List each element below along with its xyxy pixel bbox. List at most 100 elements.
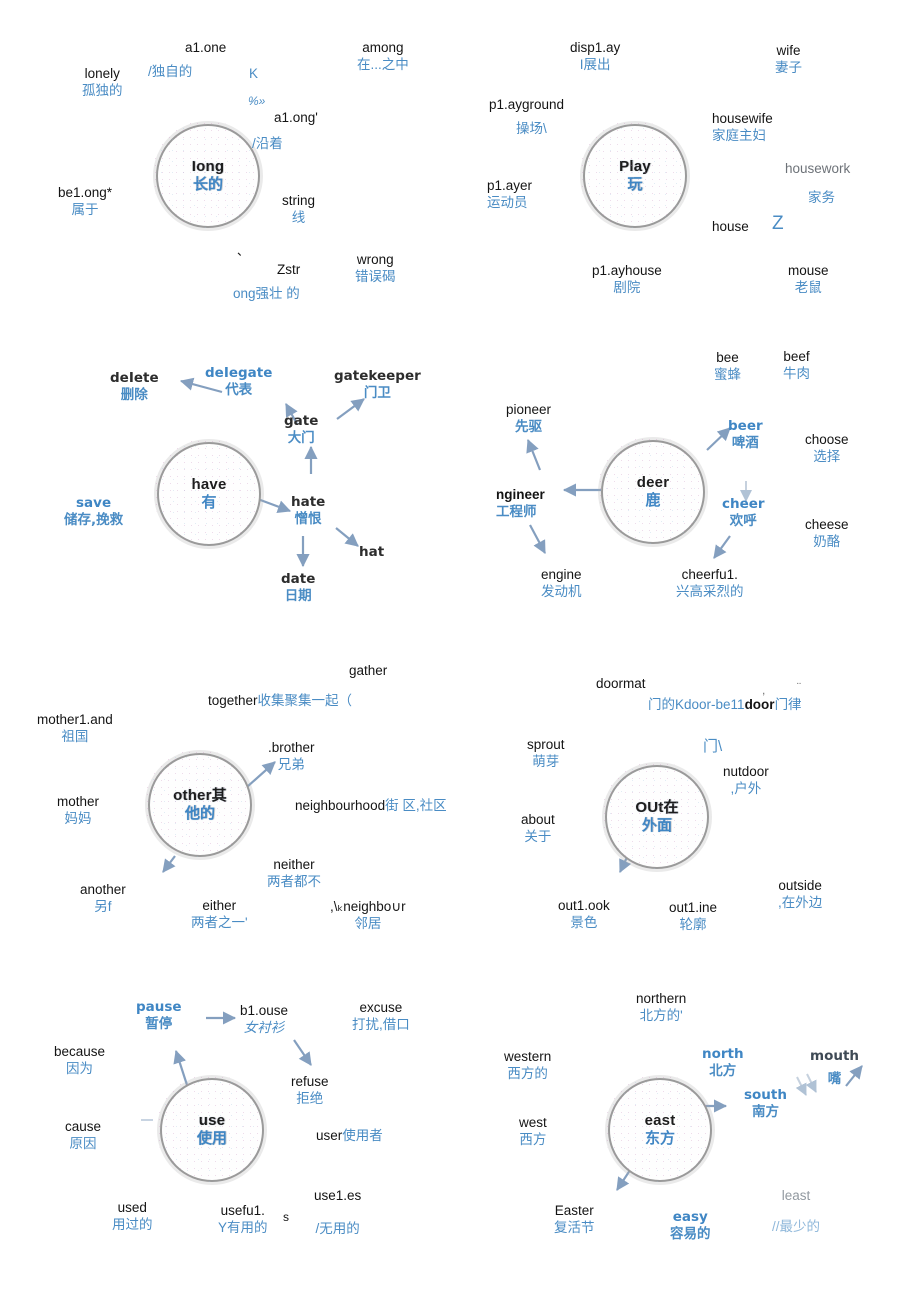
node-hat-en: hat bbox=[359, 544, 385, 560]
node-either-zh: 两者之一' bbox=[191, 914, 248, 930]
node-gather-en: gather bbox=[349, 663, 388, 678]
node-excuse: excuse 打扰,借口 bbox=[352, 1000, 410, 1034]
node-beef: beef 牛肉 bbox=[783, 349, 810, 383]
node-northern-zh: 北方的' bbox=[639, 1007, 683, 1023]
node-cheerful: cheerfu1. 兴高采烈的 bbox=[676, 567, 744, 601]
node-outside-en: outside bbox=[778, 878, 822, 893]
node-tick-en: 、 bbox=[237, 244, 250, 258]
node-useful-zh: Y有用的 bbox=[218, 1219, 268, 1235]
node-because-en: because bbox=[54, 1044, 106, 1059]
node-neighbour: ,\ₖneighbo∪r 邻居 bbox=[330, 899, 406, 933]
node-engineer-zh: 工程师 bbox=[496, 503, 537, 519]
node-lonely-en: lonely bbox=[84, 66, 120, 81]
center-word-zh: 玩 bbox=[627, 175, 643, 193]
node-least-zh: //最少的 bbox=[772, 1218, 821, 1234]
node-date-en: date bbox=[281, 571, 316, 587]
node-mouth-en: mouth bbox=[810, 1048, 860, 1064]
node-among-en: among bbox=[362, 40, 404, 55]
node-cheer-en: cheer bbox=[722, 496, 765, 512]
center-word-en: other其 bbox=[173, 786, 227, 804]
node-gate-zh: 大门 bbox=[287, 429, 315, 446]
node-string-zh: 线 bbox=[291, 209, 306, 225]
node-north-en: north bbox=[702, 1046, 744, 1062]
node-south-en: south bbox=[744, 1087, 787, 1103]
node-hate: hate 憎恨 bbox=[291, 494, 325, 528]
node-pioneer-en: pioneer bbox=[506, 402, 552, 417]
node-delegate-en: deIegate bbox=[205, 365, 273, 381]
node-beer-zh: 啤酒 bbox=[731, 434, 759, 451]
node-outside-zh: ,在外边 bbox=[778, 894, 823, 910]
node-easy: easy 容易的 bbox=[670, 1209, 711, 1243]
node-cheese-en: cheese bbox=[805, 517, 849, 532]
node-hat: hat bbox=[359, 544, 384, 561]
node-mouse-zh: 老鼠 bbox=[794, 279, 822, 295]
node-playground-zh: 操场\ bbox=[516, 121, 547, 136]
node-easter: Easter 复活节 bbox=[554, 1203, 595, 1237]
node-pause: pause 暂停 bbox=[136, 999, 182, 1033]
node-door-zh-only: 门\ bbox=[703, 738, 722, 757]
node-door-zh: 门律 bbox=[774, 697, 802, 712]
node-outlook-zh: 景色 bbox=[570, 914, 598, 930]
node-west-en: west bbox=[519, 1115, 547, 1130]
node-lonely: lonely 孤独的 bbox=[82, 66, 123, 100]
node-wrong: wrong 错误碣 bbox=[355, 252, 396, 286]
center-node-have: have 有 bbox=[157, 442, 261, 546]
node-because-zh: 因为 bbox=[66, 1060, 94, 1076]
node-hate-en: hate bbox=[291, 494, 326, 510]
node-save-en: save bbox=[76, 495, 112, 511]
node-delete-zh: 删除 bbox=[120, 386, 148, 403]
node-user-en: user bbox=[316, 1128, 343, 1143]
node-useless-zh: /无用的 bbox=[315, 1220, 360, 1236]
center-node-long: Iong 长的 bbox=[156, 124, 260, 228]
node-bee-en: bee bbox=[716, 350, 739, 365]
node-cause-zh: 原因 bbox=[69, 1135, 97, 1151]
node-pause-en: pause bbox=[136, 999, 182, 1015]
node-display-zh: I展出 bbox=[579, 56, 611, 72]
node-refuse-en: refuse bbox=[291, 1074, 329, 1089]
node-about-en: about bbox=[521, 812, 555, 827]
node-tick: 、 bbox=[237, 244, 249, 259]
node-neighbour-zh: 邻居 bbox=[354, 915, 382, 931]
node-among: among 在...之中 bbox=[357, 40, 409, 74]
node-another: another 另f bbox=[80, 882, 126, 916]
node-housewife-en: housewife bbox=[712, 111, 773, 126]
node-wife-en: wife bbox=[776, 43, 801, 58]
node-engine-zh: 发动机 bbox=[541, 583, 582, 599]
node-useful: usefu1. Y有用的 bbox=[218, 1203, 268, 1237]
node-player: p1.ayer 运动员 bbox=[487, 178, 532, 212]
node-outline: out1.ine 轮廓 bbox=[669, 900, 717, 934]
node-save: save 储存,挽救 bbox=[64, 495, 123, 529]
center-word-en: Play bbox=[619, 157, 651, 175]
center-word-zh: 外面 bbox=[641, 816, 672, 834]
node-stray-k-zh: %» bbox=[248, 94, 266, 108]
node-wife-zh: 妻子 bbox=[775, 59, 802, 75]
node-another-en: another bbox=[80, 882, 126, 897]
node-engineer-en: ngineer bbox=[496, 487, 545, 502]
node-useless-en: use1.es bbox=[314, 1188, 362, 1203]
node-neighbourhood-en: neighbourhood bbox=[295, 798, 386, 813]
node-easter-en: Easter bbox=[554, 1203, 594, 1218]
node-gather: gather bbox=[349, 663, 387, 680]
node-pioneer-zh: 先驱 bbox=[515, 418, 543, 434]
node-gate: gate 大门 bbox=[284, 413, 318, 447]
node-doormat-zh: 门的Kdoor-be11 bbox=[648, 697, 745, 712]
node-refuse-zh: 拒绝 bbox=[296, 1090, 324, 1106]
node-blouse-zh: 女衬衫 bbox=[243, 1019, 285, 1035]
node-playground-en: p1.ayground bbox=[489, 97, 565, 112]
node-delete-en: deIete bbox=[110, 370, 159, 386]
node-string-en: string bbox=[282, 193, 316, 208]
center-word-zh: 东方 bbox=[644, 1129, 675, 1147]
node-delete: deIete 删除 bbox=[110, 370, 159, 404]
node-useful-en: usefu1. bbox=[220, 1203, 265, 1218]
node-door-en: door bbox=[744, 697, 775, 712]
node-housework-en: housework bbox=[785, 161, 851, 176]
node-strong-zh: ong强壮 的 bbox=[233, 286, 300, 301]
node-useless: use1.es /无用的 bbox=[314, 1188, 361, 1238]
node-western-zh: 西方的 bbox=[507, 1065, 548, 1081]
node-doormat-gloss: 门的Kdoor-be11door门律 bbox=[648, 695, 802, 715]
node-least-en: least bbox=[781, 1188, 811, 1203]
node-refuse: refuse 拒绝 bbox=[291, 1074, 329, 1108]
node-hate-zh: 憎恨 bbox=[294, 510, 322, 527]
node-along-zh-wrap: /沿着 bbox=[252, 136, 283, 153]
node-outline-zh: 轮廓 bbox=[679, 916, 707, 932]
